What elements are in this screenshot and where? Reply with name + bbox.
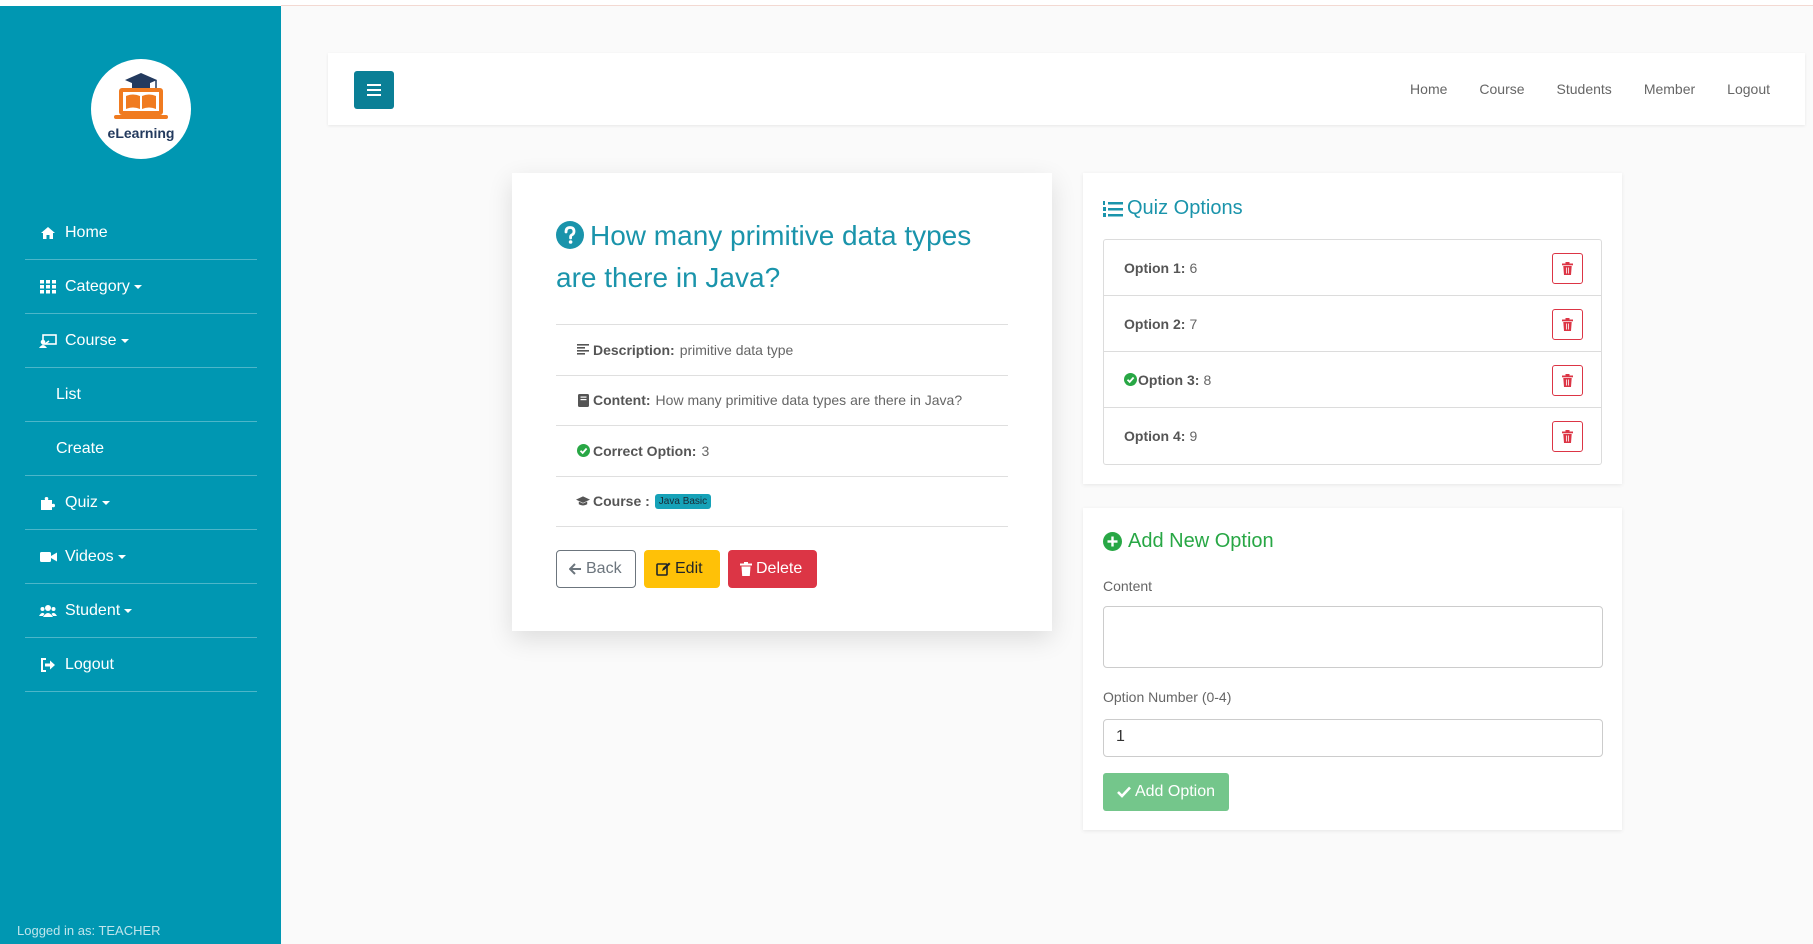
sidebar-item-label: Logout xyxy=(65,655,114,673)
video-camera-icon xyxy=(39,548,57,566)
sidebar-item-create[interactable]: Create xyxy=(25,422,257,476)
question-title-text: How many primitive data types are there … xyxy=(556,220,972,293)
delete-option-button[interactable] xyxy=(1552,365,1583,396)
trash-icon xyxy=(740,562,752,576)
graduation-laptop-icon xyxy=(114,73,168,119)
caret-down-icon xyxy=(120,338,129,343)
sidebar-item-label: Videos xyxy=(65,547,114,565)
question-actions: Back Edit Delete xyxy=(556,550,817,588)
delete-option-button[interactable] xyxy=(1552,309,1583,340)
sidebar-item-label: Course xyxy=(65,331,117,349)
caret-down-icon xyxy=(124,608,133,613)
question-details: Description: primitive data type Content… xyxy=(556,324,1008,527)
correct-option-value: 3 xyxy=(701,442,710,459)
nav-link-students[interactable]: Students xyxy=(1557,81,1612,97)
sidebar-item-quiz[interactable]: Quiz xyxy=(25,476,257,530)
home-icon xyxy=(39,224,57,242)
check-circle-icon xyxy=(576,444,590,458)
sidebar-item-logout[interactable]: Logout xyxy=(25,638,257,692)
book-icon xyxy=(576,393,590,407)
content-value: How many primitive data types are there … xyxy=(655,392,963,409)
delete-option-button[interactable] xyxy=(1552,421,1583,452)
detail-description: Description: primitive data type xyxy=(556,325,1008,376)
sidebar-item-course[interactable]: Course xyxy=(25,314,257,368)
question-title: How many primitive data types are there … xyxy=(556,215,1016,299)
sidebar-item-videos[interactable]: Videos xyxy=(25,530,257,584)
course-badge[interactable]: Java Basic xyxy=(654,493,712,509)
option-number-input[interactable]: 1 xyxy=(1103,719,1603,757)
check-circle-icon xyxy=(1124,373,1137,386)
edit-button[interactable]: Edit xyxy=(644,550,720,588)
logged-in-status: Logged in as: TEACHER xyxy=(17,923,161,938)
description-value: primitive data type xyxy=(679,341,794,358)
trash-icon xyxy=(1562,430,1573,443)
quiz-options-card: Quiz Options Option 1: 6 Option 2: 7 Opt… xyxy=(1083,173,1622,484)
caret-down-icon xyxy=(101,500,110,505)
options-list: Option 1: 6 Option 2: 7 Option 3: 8 Opti… xyxy=(1103,239,1602,465)
sidebar: eLearning Home Category Course List Crea… xyxy=(0,0,281,944)
content-label: Content xyxy=(1103,578,1153,594)
option-row: Option 2: 7 xyxy=(1104,296,1601,352)
arrow-left-icon xyxy=(569,563,581,575)
top-nav-links: Home Course Students Member Logout xyxy=(1410,53,1770,125)
option-row: Option 1: 6 xyxy=(1104,240,1601,296)
graduation-cap-icon xyxy=(576,494,590,508)
sidebar-item-label: Quiz xyxy=(65,493,98,511)
chalkboard-teacher-icon xyxy=(39,332,57,350)
sidebar-item-label: Home xyxy=(65,223,108,241)
quiz-options-title: Quiz Options xyxy=(1103,197,1243,220)
align-left-icon xyxy=(576,343,590,357)
detail-course: Course : Java Basic xyxy=(556,477,1008,527)
sidebar-nav: Home Category Course List Create Quiz Vi… xyxy=(25,206,257,692)
sidebar-item-home[interactable]: Home xyxy=(25,206,257,260)
check-icon xyxy=(1117,786,1131,798)
add-option-button[interactable]: Add Option xyxy=(1103,773,1229,811)
top-border xyxy=(281,0,1813,6)
detail-correct-option: Correct Option: 3 xyxy=(556,426,1008,477)
nav-link-home[interactable]: Home xyxy=(1410,81,1447,97)
sidebar-toggle-button[interactable] xyxy=(354,71,394,109)
grid-icon xyxy=(39,278,57,296)
question-card: How many primitive data types are there … xyxy=(512,173,1052,631)
sidebar-item-label: Create xyxy=(56,439,105,457)
caret-down-icon xyxy=(117,554,126,559)
nav-link-course[interactable]: Course xyxy=(1479,81,1524,97)
sidebar-item-label: Category xyxy=(65,277,130,295)
caret-down-icon xyxy=(133,284,142,289)
hamburger-icon xyxy=(367,84,381,96)
plus-circle-icon xyxy=(1103,532,1122,551)
add-option-card: Add New Option Content Option Number (0-… xyxy=(1083,508,1622,830)
sidebar-item-list[interactable]: List xyxy=(25,368,257,422)
back-button[interactable]: Back xyxy=(556,550,636,588)
option-row-correct: Option 3: 8 xyxy=(1104,352,1601,408)
list-ol-icon xyxy=(1103,200,1123,217)
logo-text: eLearning xyxy=(107,125,175,141)
elearning-logo[interactable]: eLearning xyxy=(91,59,191,159)
trash-icon xyxy=(1562,374,1573,387)
sidebar-item-category[interactable]: Category xyxy=(25,260,257,314)
delete-button[interactable]: Delete xyxy=(728,550,817,588)
trash-icon xyxy=(1562,262,1573,275)
sign-out-icon xyxy=(39,656,57,674)
puzzle-icon xyxy=(39,494,57,512)
nav-link-logout[interactable]: Logout xyxy=(1727,81,1770,97)
delete-option-button[interactable] xyxy=(1552,253,1583,284)
nav-link-member[interactable]: Member xyxy=(1644,81,1695,97)
sidebar-item-label: List xyxy=(56,385,81,403)
option-number-label: Option Number (0-4) xyxy=(1103,689,1232,705)
users-icon xyxy=(39,602,57,620)
sidebar-item-student[interactable]: Student xyxy=(25,584,257,638)
trash-icon xyxy=(1562,318,1573,331)
content-textarea[interactable] xyxy=(1103,606,1603,668)
question-circle-icon xyxy=(556,219,584,249)
option-row: Option 4: 9 xyxy=(1104,408,1601,464)
add-option-title: Add New Option xyxy=(1103,530,1274,553)
top-navbar: Home Course Students Member Logout xyxy=(328,53,1805,125)
detail-content: Content: How many primitive data types a… xyxy=(556,376,1008,426)
edit-icon xyxy=(656,562,671,576)
sidebar-item-label: Student xyxy=(65,601,121,619)
